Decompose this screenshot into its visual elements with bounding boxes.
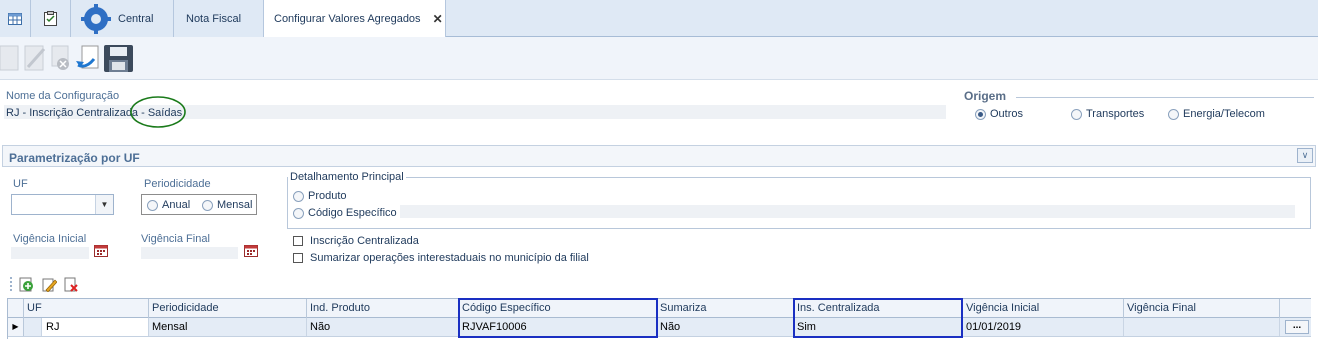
header-indicator-cell (8, 299, 24, 318)
sumarizar-label: Sumarizar operações interestaduais no mu… (310, 252, 589, 264)
inscricao-centralizada-checkbox[interactable]: Inscrição Centralizada (293, 235, 419, 247)
origem-outros-radio[interactable]: Outros (975, 108, 1023, 120)
tab-configurar-valores-label: Configurar Valores Agregados (274, 12, 421, 25)
origem-divider (1016, 97, 1314, 98)
codigo-especifico-field[interactable] (400, 205, 1295, 218)
origem-transportes-radio[interactable]: Transportes (1071, 108, 1144, 120)
checkbox-icon (293, 253, 303, 263)
col-periodicidade[interactable]: Periodicidade (149, 299, 307, 318)
uf-grid: UF Periodicidade Ind. Produto Código Esp… (7, 298, 1311, 339)
grid-toolbar (6, 273, 1312, 297)
calendar-icon[interactable] (94, 244, 108, 257)
add-row-icon[interactable] (19, 277, 34, 292)
tab-configurar-valores[interactable]: Configurar Valores Agregados ✕ (264, 0, 446, 38)
cell-uf[interactable]: RJ (42, 318, 149, 336)
highlight-ins-centralizada (793, 298, 963, 338)
periodicidade-anual-label: Anual (162, 199, 191, 211)
detalhamento-produto-label: Produto (308, 190, 347, 202)
undo-icon (76, 45, 99, 69)
group-uf-header: Parametrização por UF ∨ (2, 145, 1316, 167)
config-name-label: Nome da Configuração (6, 90, 120, 102)
origem-transportes-label: Transportes (1086, 108, 1145, 120)
checkbox-icon (293, 236, 303, 246)
uf-label: UF (13, 178, 28, 190)
radio-icon (147, 199, 158, 211)
row-indicator-icon: ▶ (8, 318, 24, 336)
tab-central-label: Central (118, 12, 154, 25)
origem-label: Origem (964, 89, 1007, 103)
grid-icon (8, 12, 22, 25)
col-uf[interactable]: UF (24, 299, 149, 318)
edit-button[interactable] (24, 45, 48, 73)
origem-outros-label: Outros (990, 108, 1024, 120)
gear-icon (81, 3, 111, 34)
toolbar (0, 37, 1318, 79)
tab-bar: Central Nota Fiscal Configurar Valores A… (0, 0, 1318, 38)
cell-sumariza[interactable]: Não (657, 318, 794, 336)
cell-ind-produto[interactable]: Não (307, 318, 459, 336)
radio-icon (202, 199, 213, 211)
save-icon (104, 45, 133, 72)
chevron-down-icon[interactable]: ▼ (95, 195, 113, 214)
col-vigencia-final[interactable]: Vigência Final (1124, 299, 1280, 318)
new-button[interactable] (0, 45, 24, 73)
delete-row-icon[interactable] (64, 277, 79, 292)
col-sumariza[interactable]: Sumariza (657, 299, 794, 318)
ellipsis-button[interactable]: ... (1285, 320, 1309, 334)
vigencia-inicial-label: Vigência Inicial (13, 233, 87, 245)
new-icon (0, 45, 19, 71)
undo-button[interactable] (76, 45, 100, 73)
periodicidade-anual-radio[interactable]: Anual (147, 199, 190, 211)
sumarizar-checkbox[interactable]: Sumarizar operações interestaduais no mu… (293, 252, 589, 264)
config-header: Nome da Configuração RJ - Inscrição Cent… (0, 79, 1318, 141)
detalhamento-frame (287, 177, 1311, 229)
cell-periodicidade[interactable]: Mensal (149, 318, 307, 336)
detalhamento-label: Detalhamento Principal (288, 171, 406, 183)
tab-nota-fiscal-label: Nota Fiscal (186, 12, 242, 25)
grid-header: UF Periodicidade Ind. Produto Código Esp… (8, 298, 1311, 318)
vigencia-final-field[interactable] (141, 247, 238, 259)
detalhamento-codigo-radio[interactable]: Código Específico (293, 207, 397, 219)
periodicidade-mensal-label: Mensal (217, 199, 253, 211)
cancel-button[interactable] (50, 45, 74, 73)
tab-nota-fiscal[interactable]: Nota Fiscal (174, 0, 264, 37)
close-icon[interactable]: ✕ (433, 12, 443, 26)
group-uf-title: Parametrização por UF (9, 151, 140, 165)
edit-icon (24, 45, 46, 71)
detalhamento-codigo-label: Código Específico (308, 207, 397, 219)
radio-icon (293, 190, 304, 202)
vigencia-final-label: Vigência Final (141, 233, 210, 245)
cancel-icon (51, 45, 69, 70)
tab-central[interactable]: Central (71, 0, 174, 37)
clipboard-icon (44, 11, 57, 26)
green-highlight-ellipse (130, 96, 186, 128)
highlight-codigo-especifico (458, 298, 658, 338)
col-ind-produto[interactable]: Ind. Produto (307, 299, 459, 318)
col-vigencia-inicial[interactable]: Vigência Inicial (963, 299, 1124, 318)
radio-icon (293, 207, 304, 219)
tab-clipboard[interactable] (31, 0, 71, 37)
toolbar-grip (10, 277, 12, 291)
save-button[interactable] (104, 45, 134, 73)
origem-energia-label: Energia/Telecom (1183, 108, 1265, 120)
uf-combo[interactable]: ▼ (11, 194, 114, 215)
edit-row-icon[interactable] (42, 277, 57, 292)
chevron-down-icon[interactable]: ∨ (1297, 148, 1313, 163)
inscricao-centralizada-label: Inscrição Centralizada (310, 235, 419, 247)
cell-vigencia-inicial[interactable]: 01/01/2019 (963, 318, 1124, 336)
periodicidade-mensal-radio[interactable]: Mensal (202, 199, 252, 211)
radio-icon (1168, 108, 1179, 120)
periodicidade-box: Anual Mensal (141, 194, 257, 215)
detalhamento-produto-radio[interactable]: Produto (293, 190, 347, 202)
table-row[interactable]: ▶ RJ Mensal Não RJVAF10006 Não Sim 01/01… (8, 318, 1311, 337)
periodicidade-label: Periodicidade (144, 178, 211, 190)
vigencia-inicial-field[interactable] (11, 247, 89, 259)
cell-vigencia-final[interactable] (1124, 318, 1280, 336)
radio-selected-icon (975, 108, 986, 120)
row-spacer (24, 318, 42, 336)
radio-icon (1071, 108, 1082, 120)
calendar-icon[interactable] (244, 244, 258, 257)
tab-grid[interactable] (0, 0, 31, 37)
origem-energia-radio[interactable]: Energia/Telecom (1168, 108, 1265, 120)
